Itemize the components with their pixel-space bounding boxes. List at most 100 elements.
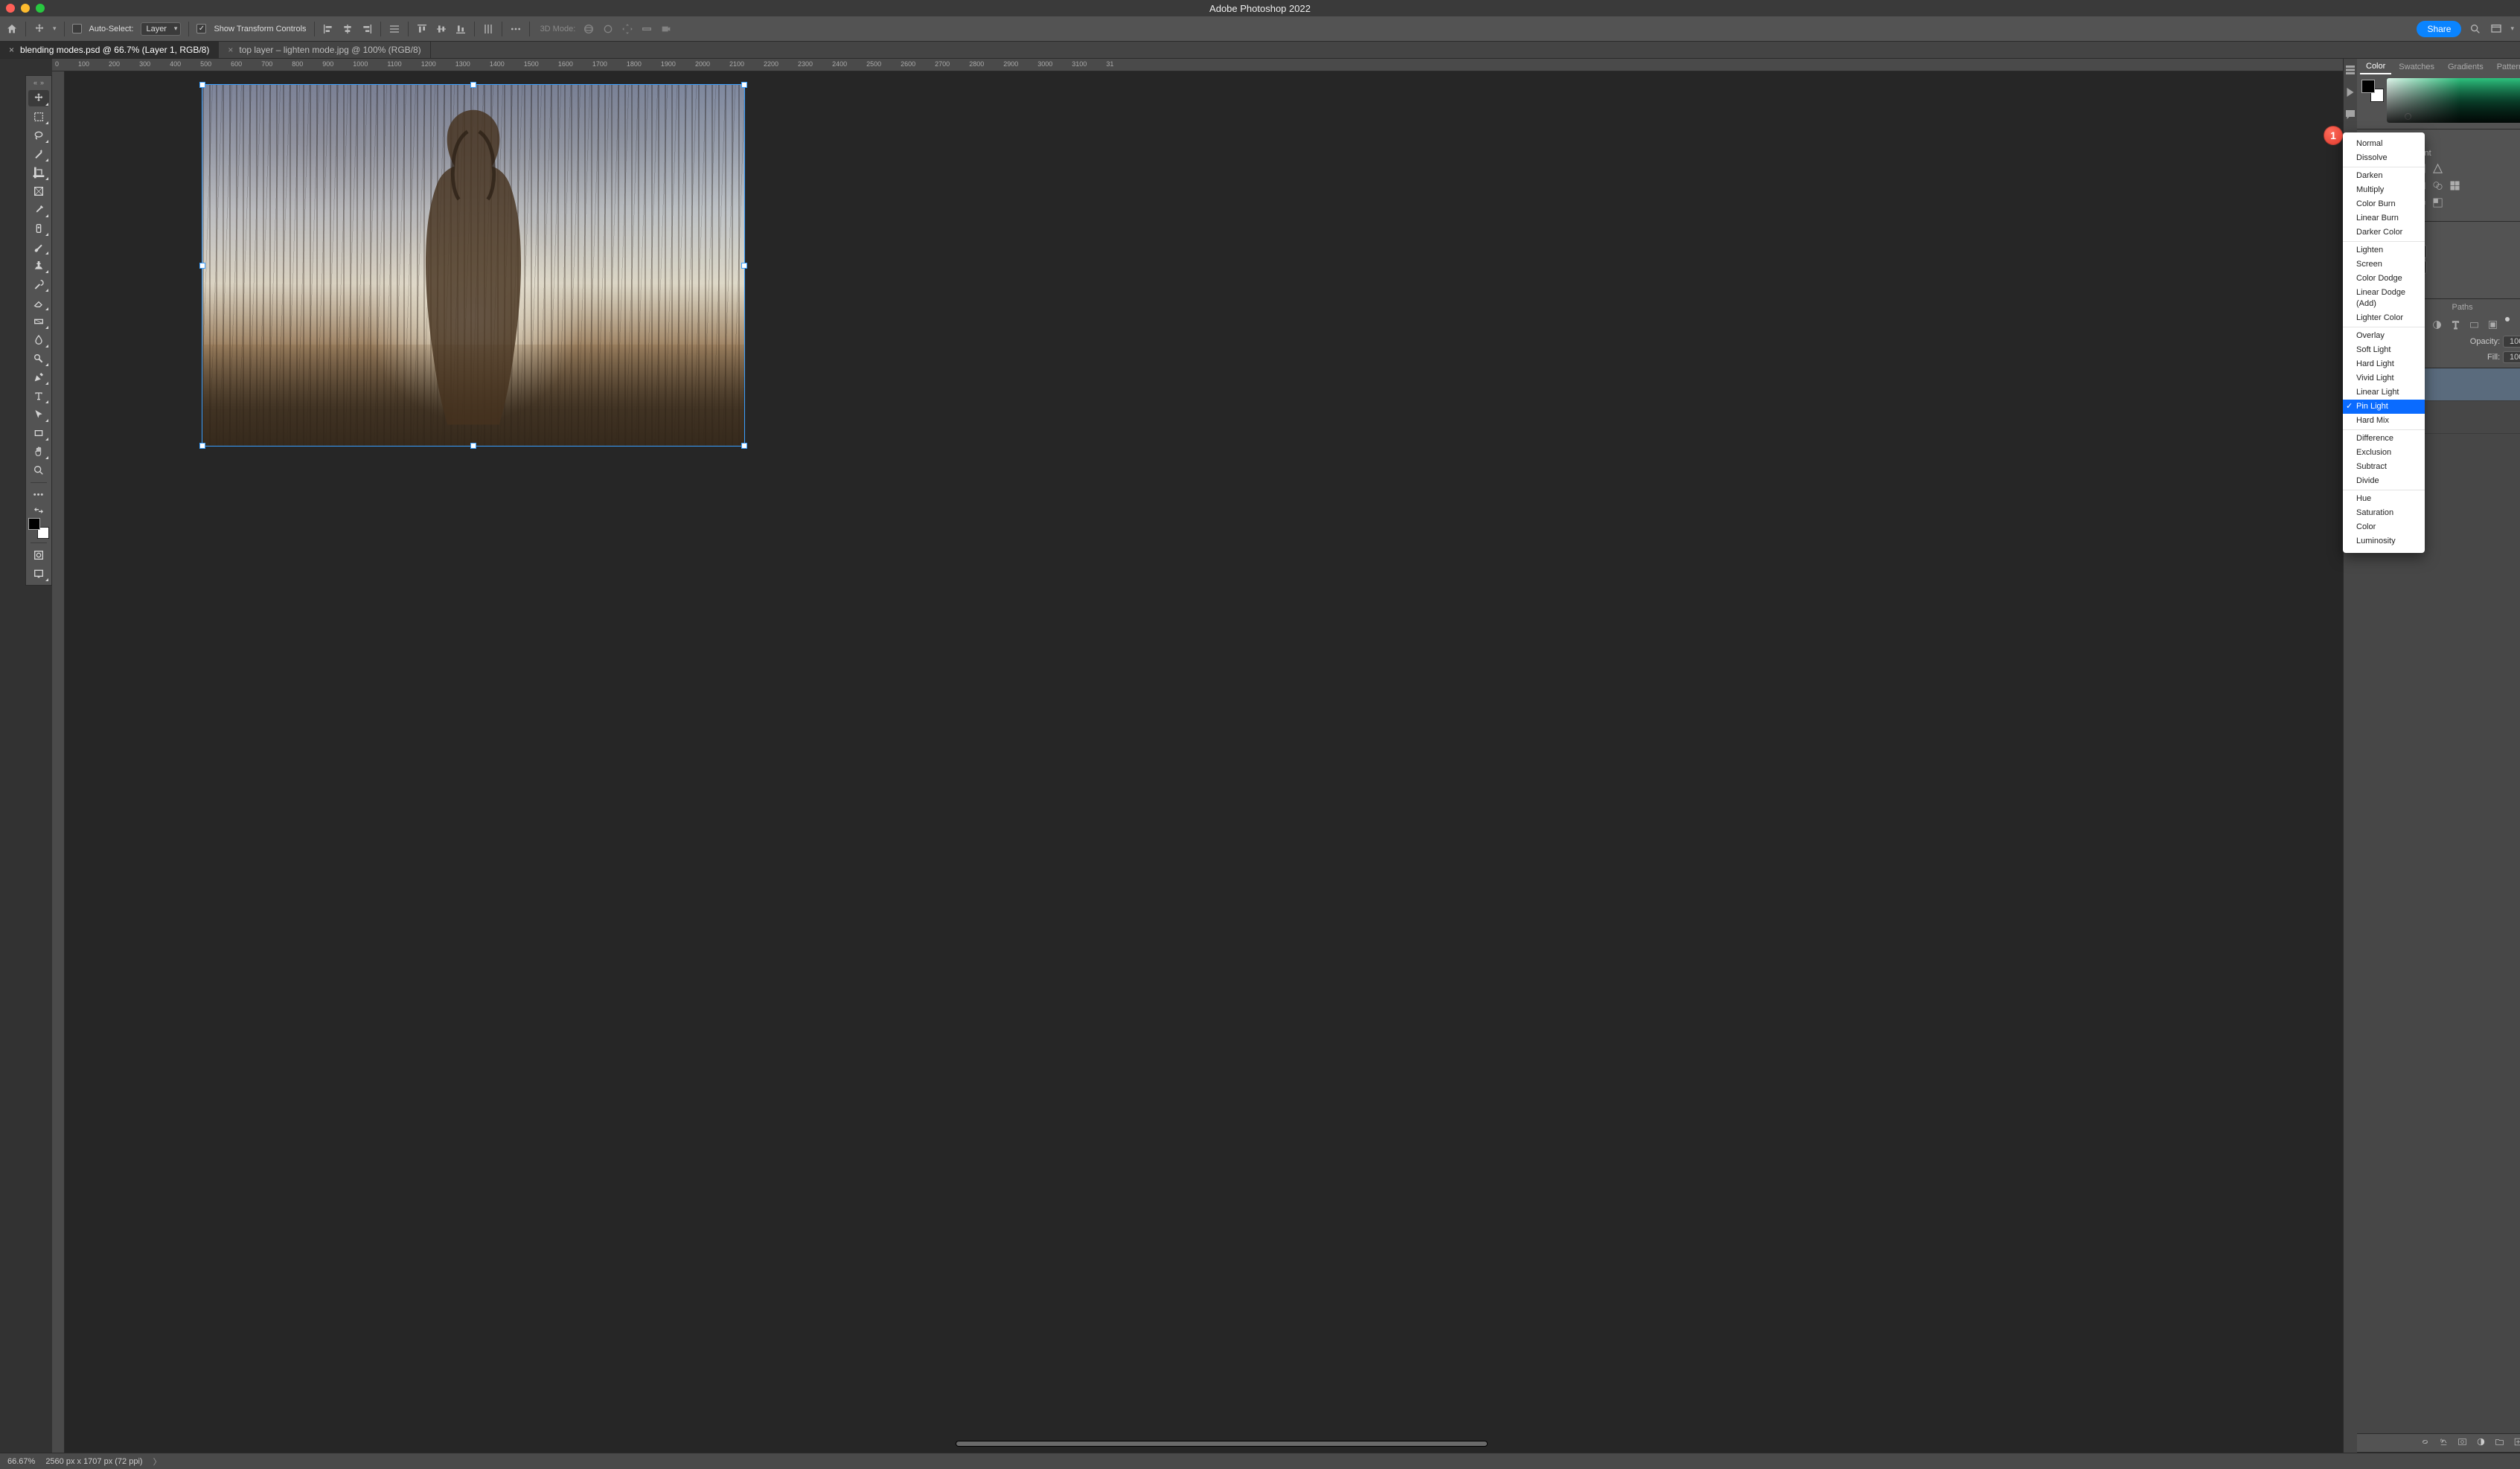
- transform-bounding-box[interactable]: [202, 84, 745, 447]
- selective-color-icon[interactable]: [2431, 196, 2444, 209]
- blend-mode-item[interactable]: Color: [2343, 520, 2425, 534]
- distribute-icon[interactable]: [388, 23, 400, 35]
- blur-tool[interactable]: [28, 332, 49, 348]
- window-close[interactable]: [6, 4, 15, 13]
- ruler-vertical[interactable]: [52, 71, 65, 1453]
- new-layer-icon[interactable]: [2513, 1436, 2520, 1450]
- frame-tool[interactable]: [28, 183, 49, 199]
- show-transform-checkbox[interactable]: [196, 24, 206, 33]
- color-picker-field[interactable]: [2387, 78, 2520, 123]
- tab-patterns[interactable]: Patterns: [2491, 60, 2520, 74]
- blend-mode-item[interactable]: Subtract: [2343, 460, 2425, 474]
- clone-stamp-tool[interactable]: [28, 257, 49, 274]
- move-tool[interactable]: [28, 90, 49, 106]
- transform-handle[interactable]: [470, 82, 476, 88]
- blend-mode-item[interactable]: Darken: [2343, 169, 2425, 183]
- screen-mode-tool[interactable]: [28, 566, 49, 582]
- vibrance-icon[interactable]: [2431, 162, 2444, 175]
- link-layers-icon[interactable]: [2420, 1436, 2431, 1450]
- adjustment-layer-icon[interactable]: [2475, 1436, 2487, 1450]
- transform-handle[interactable]: [199, 263, 205, 269]
- auto-select-checkbox[interactable]: [72, 24, 82, 33]
- actions-panel-icon[interactable]: [2344, 86, 2357, 99]
- align-center-h-icon[interactable]: [342, 23, 354, 35]
- eraser-tool[interactable]: [28, 295, 49, 311]
- blend-mode-item[interactable]: Linear Burn: [2343, 211, 2425, 225]
- opacity-value[interactable]: 100%: [2503, 336, 2520, 348]
- magic-wand-tool[interactable]: [28, 146, 49, 162]
- blend-mode-item[interactable]: Luminosity: [2343, 534, 2425, 548]
- blend-mode-item[interactable]: Soft Light: [2343, 343, 2425, 357]
- blend-mode-item[interactable]: Hue: [2343, 492, 2425, 506]
- history-brush-tool[interactable]: [28, 276, 49, 292]
- more-options-icon[interactable]: [510, 23, 522, 35]
- lasso-tool[interactable]: [28, 127, 49, 144]
- pen-tool[interactable]: [28, 369, 49, 385]
- gradient-tool[interactable]: [28, 313, 49, 330]
- horizontal-scrollbar[interactable]: [112, 1439, 2332, 1448]
- crop-tool[interactable]: [28, 164, 49, 181]
- filter-type-icon[interactable]: [2449, 319, 2462, 331]
- transform-handle[interactable]: [741, 443, 747, 449]
- blend-mode-dropdown[interactable]: NormalDissolveDarkenMultiplyColor BurnLi…: [2343, 132, 2425, 553]
- align-left-icon[interactable]: [322, 23, 334, 35]
- blend-mode-item[interactable]: Exclusion: [2343, 446, 2425, 460]
- path-selection-tool[interactable]: [28, 406, 49, 423]
- home-icon[interactable]: [6, 23, 18, 35]
- blend-mode-item[interactable]: Divide: [2343, 474, 2425, 488]
- edit-toolbar[interactable]: •••: [28, 487, 49, 503]
- canvas[interactable]: [52, 59, 2343, 1453]
- healing-brush-tool[interactable]: [28, 220, 49, 237]
- transform-handle[interactable]: [199, 82, 205, 88]
- layer-mask-icon[interactable]: [2457, 1436, 2468, 1450]
- blend-mode-item[interactable]: Multiply: [2343, 183, 2425, 197]
- swap-colors-icon[interactable]: [28, 505, 49, 516]
- tab-swatches[interactable]: Swatches: [2393, 60, 2440, 74]
- blend-mode-item[interactable]: Vivid Light: [2343, 371, 2425, 385]
- rectangle-tool[interactable]: [28, 425, 49, 441]
- align-top-icon[interactable]: [416, 23, 428, 35]
- layer-style-icon[interactable]: fx: [2438, 1436, 2449, 1450]
- transform-handle[interactable]: [741, 263, 747, 269]
- fill-value[interactable]: 100%: [2503, 351, 2520, 363]
- dodge-tool[interactable]: [28, 351, 49, 367]
- transform-handle[interactable]: [470, 443, 476, 449]
- auto-select-target[interactable]: Layer: [141, 22, 181, 36]
- search-icon[interactable]: [2469, 22, 2482, 36]
- blend-mode-item[interactable]: Screen: [2343, 257, 2425, 272]
- channel-mixer-icon[interactable]: [2431, 179, 2444, 192]
- filter-smart-icon[interactable]: [2487, 319, 2499, 331]
- share-button[interactable]: Share: [2417, 21, 2461, 37]
- tab-color[interactable]: Color: [2360, 60, 2391, 74]
- align-right-icon[interactable]: [361, 23, 373, 35]
- group-icon[interactable]: [2494, 1436, 2505, 1450]
- blend-mode-item[interactable]: Lighter Color: [2343, 311, 2425, 325]
- expand-icon[interactable]: »: [40, 79, 44, 86]
- document-dimensions[interactable]: 2560 px x 1707 px (72 ppi): [45, 1457, 142, 1466]
- history-panel-icon[interactable]: [2344, 63, 2357, 77]
- type-tool[interactable]: [28, 388, 49, 404]
- chevron-right-icon[interactable]: 〉: [153, 1456, 162, 1468]
- blend-mode-item[interactable]: Pin Light: [2343, 400, 2425, 414]
- document-tab[interactable]: × blending modes.psd @ 66.7% (Layer 1, R…: [0, 42, 219, 58]
- close-icon[interactable]: ×: [9, 45, 14, 55]
- align-middle-v-icon[interactable]: [435, 23, 447, 35]
- transform-handle[interactable]: [199, 443, 205, 449]
- blend-mode-item[interactable]: Normal: [2343, 137, 2425, 151]
- blend-mode-item[interactable]: Hard Mix: [2343, 414, 2425, 428]
- document-tab[interactable]: × top layer – lighten mode.jpg @ 100% (R…: [219, 42, 430, 58]
- hand-tool[interactable]: [28, 444, 49, 460]
- close-icon[interactable]: ×: [228, 45, 233, 55]
- filter-shape-icon[interactable]: [2468, 319, 2481, 331]
- ruler-horizontal[interactable]: 0100200300400500600700800900100011001200…: [52, 59, 2343, 71]
- workspace-icon[interactable]: [2489, 22, 2503, 36]
- tab-gradients[interactable]: Gradients: [2442, 60, 2489, 74]
- quick-mask-tool[interactable]: [28, 547, 49, 563]
- zoom-level[interactable]: 66.67%: [7, 1457, 35, 1466]
- blend-mode-item[interactable]: Dissolve: [2343, 151, 2425, 165]
- blend-mode-item[interactable]: Linear Light: [2343, 385, 2425, 400]
- color-lookup-icon[interactable]: [2449, 179, 2461, 192]
- blend-mode-item[interactable]: Color Burn: [2343, 197, 2425, 211]
- blend-mode-item[interactable]: Overlay: [2343, 329, 2425, 343]
- window-zoom[interactable]: [36, 4, 45, 13]
